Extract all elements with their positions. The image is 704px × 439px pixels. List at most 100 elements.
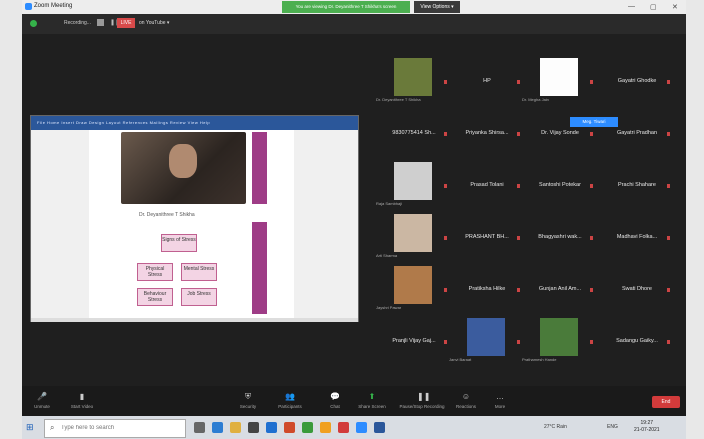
maximize-button[interactable]: ▢ <box>650 3 657 11</box>
app-icon[interactable] <box>338 422 349 433</box>
muted-mic-icon <box>590 340 593 344</box>
participant-tile[interactable]: Priyanka Shirsa... <box>445 110 529 158</box>
folder-icon[interactable] <box>230 422 241 433</box>
store-icon[interactable] <box>248 422 259 433</box>
participant-video-label: Jayshri Pawar <box>376 305 402 310</box>
participant-tile[interactable]: Janvi Baraat <box>445 318 529 366</box>
windows-start-icon[interactable]: ⊞ <box>26 422 36 432</box>
participant-tile[interactable]: Swati Dhore <box>595 266 679 314</box>
muted-mic-icon <box>590 288 593 292</box>
pause-icon: ❚❚ <box>417 392 431 401</box>
reactions-label: Reactions <box>455 404 476 409</box>
unmute-button[interactable]: 🎤 Unmute <box>22 392 62 409</box>
zoom-taskbar-icon[interactable] <box>356 422 367 433</box>
taskbar-search[interactable]: ⌕ <box>44 419 186 438</box>
word-ribbon: File Home Insert Draw Design Layout Refe… <box>31 116 358 130</box>
participant-tile[interactable]: PRASHANT BH... <box>445 214 529 262</box>
unmute-label: Unmute <box>34 404 50 409</box>
chart-node-physical: Physical Stress <box>137 263 173 281</box>
live-badge[interactable]: LIVE <box>117 18 135 28</box>
recording-status: Recording... <box>64 20 91 26</box>
participants-icon: 👥 <box>285 392 295 401</box>
participant-tile[interactable]: Arti Sharma <box>372 214 456 262</box>
security-shield-icon[interactable] <box>30 20 37 27</box>
edge-icon[interactable] <box>212 422 223 433</box>
share-screen-button[interactable]: ⬆ Share Screen <box>352 392 392 409</box>
word-taskbar-icon[interactable] <box>374 422 385 433</box>
minimize-button[interactable]: — <box>628 3 635 10</box>
participant-tile[interactable]: Prathamesh Hande <box>518 318 602 366</box>
participant-tile[interactable]: Bhagyashri wak... <box>518 214 602 262</box>
muted-mic-icon <box>590 132 593 136</box>
participant-tile[interactable]: Dr. Deyanithree T Shikha <box>372 58 456 106</box>
language-indicator[interactable]: ENG <box>607 424 618 430</box>
title-bar: Zoom Meeting You are viewing Dr. Deyanit… <box>22 0 686 14</box>
participant-video-label: Raja Sambhaji <box>376 201 403 206</box>
participant-tile[interactable]: Jayshri Pawar <box>372 266 456 314</box>
participant-tile[interactable]: Dr. Megha Jain <box>518 58 602 106</box>
clock-date: 21-07-2021 <box>634 427 660 433</box>
participant-tile[interactable]: HP <box>445 58 529 106</box>
participant-tile[interactable]: Prachi Shahare <box>595 162 679 210</box>
muted-mic-icon <box>590 80 593 84</box>
security-button[interactable]: ⛨ Security <box>228 392 268 409</box>
chrome-icon[interactable] <box>302 422 313 433</box>
participant-tile[interactable]: Pranjli Vijay Gaj... <box>372 318 456 366</box>
pause-recording-label: Pause/Stop Recording <box>399 404 445 409</box>
participant-tile[interactable]: 9830775414 Sh... <box>372 110 456 158</box>
participant-tile[interactable]: Raja Sambhaji <box>372 162 456 210</box>
task-view-icon[interactable] <box>194 422 205 433</box>
stop-recording-icon[interactable] <box>97 19 104 26</box>
chart-node-mental: Mental Stress <box>181 263 217 281</box>
chart-node-job: Job Stress <box>181 288 217 306</box>
meeting-top-bar: Recording... ❚❚ LIVE on YouTube ▾ <box>22 14 686 34</box>
participant-video-label: Dr. Deyanithree T Shikha <box>376 97 421 102</box>
security-label: Security <box>239 404 257 409</box>
live-on-youtube[interactable]: on YouTube ▾ <box>139 20 169 26</box>
end-button[interactable]: End <box>652 396 680 408</box>
muted-mic-icon <box>667 184 670 188</box>
zoom-logo-icon <box>25 3 32 10</box>
participant-tile[interactable]: Prasad Tolani <box>445 162 529 210</box>
participant-tile[interactable]: Gunjan Anil Am... <box>518 266 602 314</box>
participant-tile[interactable]: Santoshi Potekar <box>518 162 602 210</box>
windows-taskbar: ⊞ ⌕ 27°C Rain ENG 19:27 21-07-2021 <box>22 416 686 439</box>
weather-status[interactable]: 27°C Rain <box>544 424 567 430</box>
participant-badge: Meg. Tiwari <box>570 117 618 127</box>
chat-button[interactable]: 💬 Chat <box>315 392 355 409</box>
pause-recording-button[interactable]: ❚❚ Pause/Stop Recording <box>397 392 447 409</box>
search-input[interactable] <box>61 423 179 433</box>
participant-tile[interactable]: Pratiksha Hilke <box>445 266 529 314</box>
muted-mic-icon <box>590 184 593 188</box>
chat-icon: 💬 <box>330 392 340 401</box>
chart-node-behaviour: Behaviour Stress <box>137 288 173 306</box>
participants-button[interactable]: 👥 Participants <box>270 392 310 409</box>
start-video-label: Start Video <box>70 404 94 409</box>
participant-video-label: Janvi Baraat <box>449 357 472 362</box>
participant-tile[interactable]: Gayatri Ghodke <box>595 58 679 106</box>
more-button[interactable]: … More <box>480 392 520 409</box>
window-title: Zoom Meeting <box>34 3 73 9</box>
participant-tile[interactable]: Madhavi Folka... <box>595 214 679 262</box>
office-icon[interactable] <box>284 422 295 433</box>
mail-icon[interactable] <box>266 422 277 433</box>
share-screen-label: Share Screen <box>358 404 386 409</box>
chart-node-root: Signs of Stress <box>161 234 197 252</box>
participant-tile[interactable]: Sadangu Gaiky... <box>595 318 679 366</box>
document-caption: Dr. Deyanithree T Shikha <box>139 212 195 218</box>
view-options-button[interactable]: View Options ▾ <box>414 1 460 13</box>
close-button[interactable]: ✕ <box>672 3 678 11</box>
document-page: Dr. Deyanithree T Shikha Signs of Stress… <box>89 130 294 318</box>
more-label: More <box>494 404 506 409</box>
muted-mic-icon <box>667 340 670 344</box>
muted-mic-icon <box>667 80 670 84</box>
muted-mic-icon <box>667 288 670 292</box>
firefox-icon[interactable] <box>320 422 331 433</box>
muted-mic-icon <box>590 236 593 240</box>
decorative-bar <box>252 132 267 204</box>
start-video-button[interactable]: ▮ Start Video <box>62 392 102 409</box>
muted-mic-icon <box>667 132 670 136</box>
share-icon: ⬆ <box>368 392 376 401</box>
ribbon-menu: File Home Insert Draw Design Layout Refe… <box>37 120 211 125</box>
taskbar-clock[interactable]: 19:27 21-07-2021 <box>634 420 660 434</box>
